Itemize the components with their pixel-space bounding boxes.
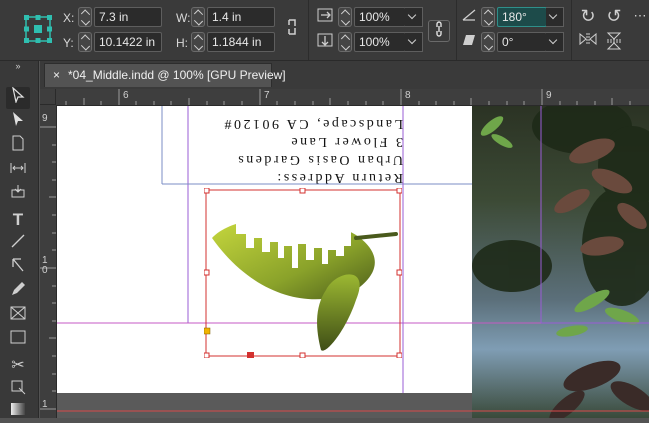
control-panel: X: 7.3 in Y: 10.1422 in W: 1.4 in H: 1.1… xyxy=(0,0,649,61)
line-tool-icon[interactable] xyxy=(6,233,30,255)
address-line: 3 Flower Lane xyxy=(288,134,403,149)
scale-x-dropdown[interactable] xyxy=(405,7,423,27)
tools-panel: » T ✂ xyxy=(0,61,39,418)
scissors-tool-icon[interactable]: ✂ xyxy=(6,355,30,377)
ruler-tick-label: 8 xyxy=(405,90,411,101)
w-label: W: xyxy=(176,11,191,25)
rectangle-frame-tool-icon[interactable] xyxy=(6,305,30,327)
shear-dropdown[interactable] xyxy=(546,32,564,52)
ruler-tick-label: 9 xyxy=(546,90,552,101)
rectangle-tool-icon[interactable] xyxy=(6,329,30,351)
free-transform-tool-icon[interactable] xyxy=(6,379,30,401)
selection-frame[interactable] xyxy=(204,188,402,358)
ruler-tick-label: 7 xyxy=(264,90,270,101)
x-field[interactable]: 7.3 in xyxy=(94,7,162,27)
vertical-ruler[interactable]: 9 1 0 1 xyxy=(40,105,57,418)
h-label: H: xyxy=(176,36,188,50)
constrain-proportions-icon[interactable] xyxy=(284,18,300,42)
x-label: X: xyxy=(63,11,75,25)
height-field[interactable]: 1.1844 in xyxy=(207,32,275,52)
ruler-tick-label: 1 xyxy=(42,399,48,410)
rotation-angle-icon xyxy=(461,7,477,27)
y-field[interactable]: 10.1422 in xyxy=(94,32,162,52)
page-tool-icon[interactable] xyxy=(6,135,30,157)
link-icon[interactable] xyxy=(428,20,450,42)
return-address-frame[interactable]: Return Address: Urban Oasis Gardens 3 Fl… xyxy=(207,108,403,186)
h-stepper[interactable] xyxy=(191,32,205,52)
x-stepper[interactable] xyxy=(78,7,92,27)
pen-tool-icon[interactable] xyxy=(6,257,30,279)
scale-y-stepper[interactable] xyxy=(338,32,352,52)
document-canvas[interactable]: Return Address: Urban Oasis Gardens 3 Fl… xyxy=(57,106,649,418)
tab-close-icon[interactable]: × xyxy=(53,68,60,82)
address-line: Landscape, CA 90120# xyxy=(221,116,403,131)
address-line: Return Address: xyxy=(274,170,403,185)
direct-selection-tool-icon[interactable] xyxy=(6,111,30,133)
scale-x-stepper[interactable] xyxy=(338,7,352,27)
ruler-tick-label: 6 xyxy=(123,90,129,101)
collapse-panel-icon[interactable]: » xyxy=(6,61,30,71)
scale-y-field[interactable]: 100% xyxy=(354,32,406,52)
document-tab[interactable]: × *04_Middle.indd @ 100% [GPU Preview] xyxy=(44,63,286,87)
rotation-dropdown[interactable] xyxy=(546,7,564,27)
tab-title: *04_Middle.indd @ 100% [GPU Preview] xyxy=(68,68,286,82)
rotate-clockwise-icon[interactable]: ↻ xyxy=(578,6,598,26)
scale-y-dropdown[interactable] xyxy=(405,32,423,52)
y-stepper[interactable] xyxy=(78,32,92,52)
content-collector-tool-icon[interactable] xyxy=(6,183,30,205)
w-stepper[interactable] xyxy=(191,7,205,27)
y-label: Y: xyxy=(63,36,74,50)
shear-field[interactable]: 0° xyxy=(497,32,547,52)
ruler-origin[interactable] xyxy=(40,89,56,105)
gradient-tool-icon[interactable] xyxy=(6,401,30,423)
flip-horizontal-icon[interactable] xyxy=(578,32,598,52)
width-field[interactable]: 1.4 in xyxy=(207,7,275,27)
ruler-tick-label: 9 xyxy=(42,113,48,124)
panel-menu-icon[interactable]: ⋯ xyxy=(632,6,648,26)
scale-y-icon xyxy=(316,32,334,54)
selection-tool-icon[interactable] xyxy=(6,86,30,109)
rotation-field[interactable]: 180° xyxy=(497,7,547,27)
pencil-tool-icon[interactable] xyxy=(6,281,30,303)
flip-vertical-icon[interactable] xyxy=(604,32,624,56)
rotation-stepper[interactable] xyxy=(481,7,495,27)
gap-tool-icon[interactable] xyxy=(6,159,30,181)
type-tool-icon[interactable]: T xyxy=(6,209,30,231)
scale-x-field[interactable]: 100% xyxy=(354,7,406,27)
horizontal-ruler[interactable]: 6 7 8 9 xyxy=(40,89,649,106)
shear-stepper[interactable] xyxy=(481,32,495,52)
ruler-tick-label: 0 xyxy=(42,265,48,276)
reference-point-icon[interactable] xyxy=(22,13,54,45)
scale-x-icon xyxy=(316,7,334,29)
shear-angle-icon xyxy=(461,32,477,52)
address-line: Urban Oasis Gardens xyxy=(235,152,403,167)
rotate-counterclockwise-icon[interactable]: ↺ xyxy=(604,6,624,26)
